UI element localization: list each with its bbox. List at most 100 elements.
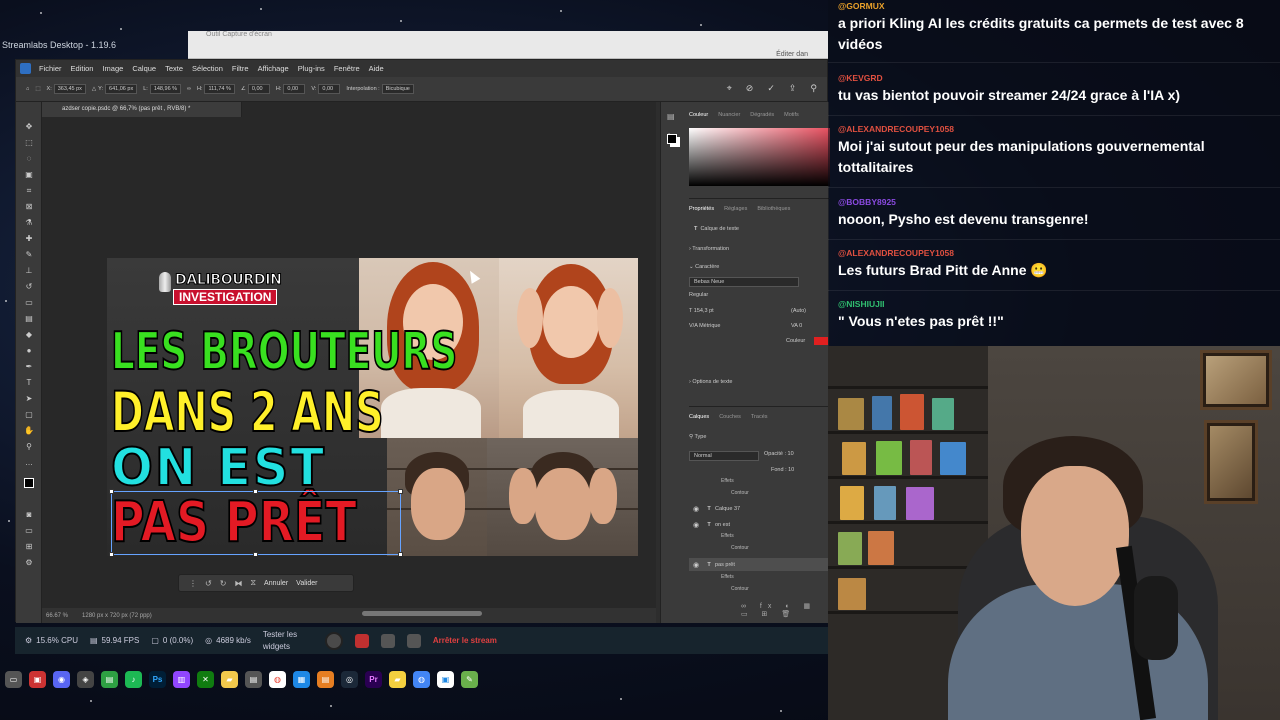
layer-actions-icons[interactable]: ∞ fx ◐ ▦ ▭ ⊞ 🗑 [741,602,829,618]
transform-selection-box[interactable] [109,489,403,556]
foreground-color-swatch[interactable] [24,478,34,488]
app-icon[interactable]: ✎ [461,670,478,688]
tab-proprietes[interactable]: Propriétés [689,206,714,212]
app-icon[interactable]: ▣ [29,670,46,688]
menu-plugins[interactable]: Plug-ins [298,64,325,73]
eyedropper-tool-icon[interactable]: ⚗ [24,218,34,228]
opacity-field[interactable]: 10 [788,451,794,457]
gradient-tool-icon[interactable]: ▤ [24,314,34,324]
home-icon[interactable]: ⌂ [26,86,29,92]
lasso-tool-icon[interactable]: ◌ [24,154,34,164]
menu-selection[interactable]: Sélection [192,64,223,73]
headline-line3[interactable]: ON EST [110,437,326,499]
visibility-eye-icon[interactable]: ◉ [689,521,703,529]
vskew-field[interactable]: 0,00 [318,84,341,94]
menu-edition[interactable]: Edition [71,64,94,73]
menu-image[interactable]: Image [102,64,123,73]
y-field[interactable]: 641,06 px [105,84,138,94]
font-style-select[interactable]: Regular [689,292,708,298]
tab-motifs[interactable]: Motifs [784,112,799,118]
quick-mask-icon[interactable]: ◙ [24,510,34,520]
tab-bibliotheques[interactable]: Bibliothèques [757,206,790,212]
visibility-eye-icon[interactable]: ◉ [689,505,703,513]
height-field[interactable]: 111,74 % [204,84,235,94]
artboard-icon[interactable]: ⊞ [24,542,34,552]
document-area[interactable]: azdser copie.psdc @ 66,7% (pas prêt , RV… [42,102,656,612]
tab-couleur[interactable]: Couleur [689,112,708,118]
tab-calques[interactable]: Calques [689,414,709,420]
history-brush-tool-icon[interactable]: ↺ [24,282,34,292]
camera-icon[interactable] [406,633,421,648]
interpolation-select[interactable]: Bicubique [381,84,414,94]
zoom-level[interactable]: 66.67 % [46,613,68,619]
app-icon[interactable]: ▤ [245,670,262,688]
color-picker-field[interactable] [689,128,830,186]
headline-line1[interactable]: LES BROUTEURS [110,321,458,383]
kerning-select[interactable]: Métrique [699,323,720,329]
headline-line2[interactable]: DANS 2 ANS [110,379,384,445]
tab-nuancier[interactable]: Nuancier [718,112,740,118]
eraser-tool-icon[interactable]: ▭ [24,298,34,308]
menu-texte[interactable]: Texte [165,64,183,73]
background-window-button[interactable]: Éditer dan [776,51,808,58]
history-panel-icon[interactable]: ▤ [667,112,675,121]
more-tools-icon[interactable]: … [24,458,34,468]
menu-filtre[interactable]: Filtre [232,64,249,73]
tab-traces[interactable]: Tracés [751,414,768,420]
x-field[interactable]: 363,45 px [53,84,86,94]
tab-reglages[interactable]: Réglages [724,206,747,212]
crop-tool-icon[interactable]: ⌗ [24,186,34,196]
layer-row[interactable]: ◉ T Calque 37 [689,502,830,515]
layer-row[interactable]: ◉ T on est [689,518,830,531]
tab-couches[interactable]: Couches [719,414,741,420]
width-field[interactable]: 148,96 % [149,84,182,94]
menu-affichage[interactable]: Affichage [258,64,289,73]
tracking-field[interactable]: 0 [799,323,802,329]
drag-handle-icon[interactable]: ⋮ [189,579,197,588]
commit-transform-icon[interactable]: ✓ [767,83,775,94]
menu-aide[interactable]: Aide [369,64,384,73]
hand-tool-icon[interactable]: ✋ [24,426,34,436]
blur-tool-icon[interactable]: ◆ [24,330,34,340]
photoshop-icon[interactable]: Ps [149,670,166,688]
layer-filter-input[interactable]: Type [694,434,706,440]
path-select-tool-icon[interactable]: ➤ [24,394,34,404]
replay-buffer-icon[interactable] [354,633,369,648]
blend-mode-select[interactable]: Normal [689,451,759,461]
menu-fichier[interactable]: Fichier [39,64,62,73]
angle-field[interactable]: 0,00 [247,84,270,94]
character-section[interactable]: ⌄ Caractère [689,264,719,270]
visibility-eye-icon[interactable]: ◉ [689,561,703,569]
record-button[interactable] [324,631,343,650]
scene-collection-icon[interactable] [380,633,395,648]
shape-tool-icon[interactable]: ▢ [24,410,34,420]
screen-mode-icon[interactable]: ▭ [24,526,34,536]
app-icon[interactable]: ▦ [293,670,310,688]
horizontal-scrollbar[interactable] [362,611,482,616]
document-tab[interactable]: azdser copie.psdc @ 66,7% (pas prêt , RV… [42,102,242,117]
twitch-icon[interactable]: ▥ [173,670,190,688]
pen-tool-icon[interactable]: ✒ [24,362,34,372]
fg-bg-color-icon[interactable] [667,134,677,144]
object-select-tool-icon[interactable]: ▣ [24,170,34,180]
share-icon[interactable]: ⇪ [789,83,797,94]
app-icon[interactable]: ◈ [77,670,94,688]
brush-tool-icon[interactable]: ✎ [24,250,34,260]
plugins-icon[interactable]: ⚙ [24,558,34,568]
spotify-icon[interactable]: ♪ [125,670,142,688]
flip-icon[interactable]: ⧓ [234,579,242,588]
redo-icon[interactable]: ↻ [220,579,227,588]
fill-field[interactable]: 10 [788,467,794,473]
chrome-icon[interactable]: ◍ [269,670,286,688]
hskew-field[interactable]: 0,00 [283,84,306,94]
warp-small-icon[interactable]: ⧖ [250,578,256,588]
stamp-tool-icon[interactable]: ⊥ [24,266,34,276]
text-options-section[interactable]: › Options de texte [689,379,732,385]
premiere-icon[interactable]: Pr [365,670,382,688]
tab-degrades[interactable]: Dégradés [750,112,774,118]
text-color-swatch[interactable] [814,337,828,345]
stop-stream-button[interactable]: Arrêter le stream [433,636,497,645]
thumbnail-canvas[interactable]: DALIBOURDIN INVESTIGATION LES BROUTEURS … [107,258,638,556]
layer-row-selected[interactable]: ◉ T pas prêt [689,558,830,571]
cancel-transform-icon[interactable]: ⊘ [746,83,754,94]
